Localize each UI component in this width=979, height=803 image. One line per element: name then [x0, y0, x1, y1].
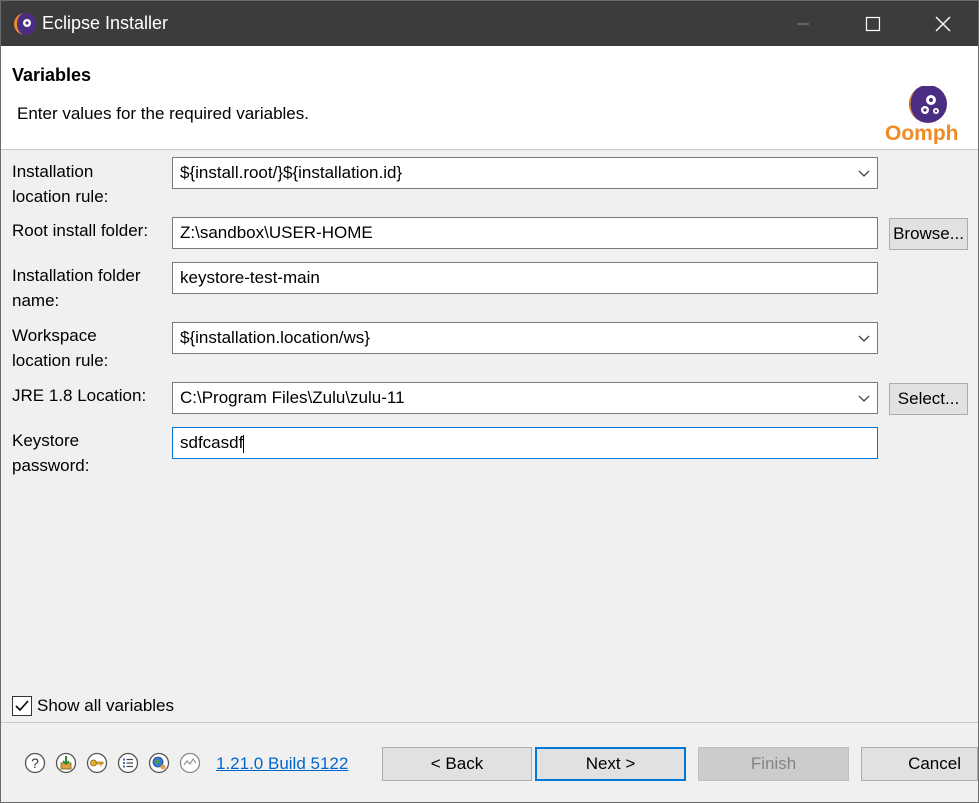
svg-text:?: ? [31, 755, 39, 771]
minimize-button[interactable] [768, 1, 838, 46]
show-all-variables-label: Show all variables [37, 696, 175, 715]
workspace-location-rule-combo[interactable]: ${installation.location/ws} [172, 322, 878, 354]
select-jre-button[interactable]: Select... [889, 383, 968, 415]
chevron-down-icon[interactable] [857, 166, 871, 180]
cancel-button-label: Cancel [908, 754, 961, 773]
wizard-footer: ? 1.21.0 Build 5122 < Back Next > Finish… [1, 722, 978, 802]
back-button[interactable]: < Back [382, 747, 532, 781]
show-all-variables-checkbox[interactable]: Show all variables [12, 694, 174, 718]
workspace-location-rule-label: Workspace location rule: [12, 326, 109, 370]
help-icon[interactable]: ? [24, 752, 46, 774]
text-cursor [243, 434, 245, 453]
oomph-logo: Oomph [885, 86, 959, 144]
browse-button[interactable]: Browse... [889, 218, 968, 250]
eclipse-installer-window: Eclipse Installer Variables Enter values… [0, 0, 979, 803]
jre-location-value: C:\Program Files\Zulu\zulu-11 [180, 388, 405, 407]
next-button[interactable]: Next > [535, 747, 686, 781]
installation-folder-name-value: keystore-test-main [180, 268, 320, 287]
minimize-icon [797, 23, 809, 24]
title-bar[interactable]: Eclipse Installer [1, 1, 978, 46]
version-link[interactable]: 1.21.0 Build 5122 [216, 754, 348, 774]
progress-icon[interactable] [179, 752, 201, 774]
jre-location-combo[interactable]: C:\Program Files\Zulu\zulu-11 [172, 382, 878, 414]
window-title: Eclipse Installer [42, 13, 169, 33]
jre-location-label: JRE 1.8 Location: [12, 386, 147, 405]
installation-folder-name-label: Installation folder name: [12, 266, 141, 310]
installation-location-rule-value: ${install.root/}${installation.id} [180, 163, 403, 182]
workspace-location-rule-value: ${installation.location/ws} [180, 328, 370, 347]
chevron-down-icon[interactable] [857, 391, 871, 405]
close-icon [935, 16, 951, 31]
close-button[interactable] [908, 1, 978, 46]
root-install-folder-label: Root install folder: [12, 221, 149, 240]
keystore-password-value: sdfcasdf [180, 433, 244, 452]
back-button-label: < Back [430, 754, 484, 773]
finish-button-label: Finish [750, 754, 797, 773]
page-title: Variables [12, 65, 92, 85]
checkmark-icon [15, 700, 29, 712]
root-install-folder-input[interactable]: Z:\sandbox\USER-HOME [172, 217, 878, 249]
checkbox-box[interactable] [12, 696, 32, 716]
keystore-password-label: Keystore password: [12, 431, 90, 475]
network-icon[interactable] [148, 752, 170, 774]
installation-location-rule-combo[interactable]: ${install.root/}${installation.id} [172, 157, 878, 189]
eclipse-installer-icon [14, 13, 36, 35]
oomph-logo-text: Oomph [885, 122, 959, 144]
root-install-folder-value: Z:\sandbox\USER-HOME [180, 223, 373, 242]
finish-button: Finish [698, 747, 849, 781]
list-icon[interactable] [117, 752, 139, 774]
key-icon[interactable] [86, 752, 108, 774]
maximize-button[interactable] [838, 1, 908, 46]
installation-folder-name-input[interactable]: keystore-test-main [172, 262, 878, 294]
keystore-password-input[interactable]: sdfcasdf [172, 427, 878, 459]
page-header: Variables Enter values for the required … [1, 46, 978, 150]
variables-form: Installation location rule: ${install.ro… [1, 151, 978, 721]
installation-location-rule-label: Installation location rule: [12, 162, 109, 206]
install-icon[interactable] [55, 752, 77, 774]
maximize-icon [865, 16, 881, 31]
chevron-down-icon[interactable] [857, 331, 871, 345]
next-button-label: Next > [585, 754, 636, 773]
page-description: Enter values for the required variables. [17, 104, 309, 123]
cancel-button[interactable]: Cancel [861, 747, 978, 781]
